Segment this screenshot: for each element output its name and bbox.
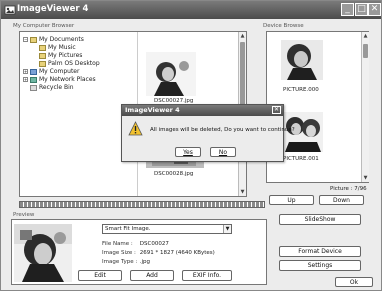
tree-item-label: Palm OS Desktop: [48, 60, 100, 67]
window-title: ImageViewer 4: [17, 4, 89, 14]
title-bar[interactable]: ImageViewer 4 _ □ ✕: [1, 1, 381, 19]
tree-item-label: Recycle Bin: [39, 84, 74, 91]
dialog-message: All images will be deleted, Do you want …: [150, 127, 295, 133]
file-name-label: File Name :: [102, 241, 133, 247]
main-window: ImageViewer 4 _ □ ✕ My Computer Browser …: [0, 0, 382, 291]
tree-item-label: My Documents: [39, 36, 84, 43]
app-icon: [4, 5, 16, 15]
transfer-progress-bar: [19, 201, 265, 208]
format-device-button[interactable]: Format Device: [279, 246, 361, 257]
file-name-value: DSC00027: [139, 241, 169, 247]
delete-confirm-dialog: ImageViewer 4 ✕ All images will be delet…: [121, 104, 295, 162]
thumbnail-filename: DSC00028.jpg: [154, 171, 194, 177]
close-button[interactable]: ✕: [368, 3, 381, 16]
edit-button[interactable]: Edit: [78, 270, 122, 281]
tree-item-label: My Music: [48, 44, 76, 51]
thumbnail-image: [281, 40, 323, 80]
file-name-row: File Name : DSC00027: [102, 241, 169, 247]
tree-item-label: My Network Places: [39, 76, 96, 83]
image-type-label: Image Type :: [102, 259, 138, 265]
dialog-title-bar[interactable]: ImageViewer 4 ✕: [122, 105, 283, 116]
device-browse-scrollbar[interactable]: ▲ ▼: [361, 32, 369, 182]
fit-mode-value: Smart Fit Image.: [105, 226, 151, 232]
tree-item-label: My Pictures: [48, 52, 83, 59]
folder-icon: [30, 36, 37, 43]
image-size-value: 2691 * 1827 (4640 KBytes): [139, 250, 215, 256]
add-button[interactable]: Add: [130, 270, 174, 281]
device-thumbnail-picture-000[interactable]: [281, 40, 323, 80]
image-size-label: Image Size :: [102, 250, 136, 256]
expand-icon[interactable]: +: [23, 69, 28, 74]
image-size-row: Image Size : 2691 * 1827 (4640 KBytes): [102, 250, 215, 256]
chevron-down-icon[interactable]: ▼: [223, 225, 231, 233]
ok-button[interactable]: Ok: [335, 277, 373, 287]
scroll-up-icon[interactable]: ▲: [362, 32, 369, 40]
device-item-filename: PICTURE.000: [283, 87, 319, 93]
preview-panel: Smart Fit Image. ▼ File Name : DSC00027 …: [11, 219, 267, 285]
thumbnail-image: [146, 52, 196, 96]
restore-button[interactable]: □: [355, 3, 368, 16]
preview-label: Preview: [13, 212, 35, 218]
preview-image: [14, 224, 72, 282]
minimize-button[interactable]: _: [341, 3, 354, 16]
device-item-filename: PICTURE.001: [283, 156, 319, 162]
scroll-thumb[interactable]: [363, 44, 368, 58]
tree-item-recycle-bin[interactable]: Recycle Bin: [30, 84, 74, 91]
image-type-value: .jpg: [139, 259, 151, 265]
yes-button[interactable]: Yes: [175, 147, 201, 157]
computer-icon: [30, 68, 37, 75]
up-button[interactable]: Up: [269, 195, 314, 205]
no-button[interactable]: No: [210, 147, 236, 157]
folder-icon: [39, 44, 46, 51]
network-icon: [30, 76, 37, 83]
thumbnail-dsc00027[interactable]: [146, 52, 196, 96]
down-button[interactable]: Down: [319, 195, 364, 205]
recycle-bin-icon: [30, 84, 37, 91]
tree-item-palm-os-desktop[interactable]: Palm OS Desktop: [39, 60, 100, 67]
device-browse-label: Device Browse: [263, 23, 304, 29]
folder-icon: [39, 52, 46, 59]
expand-icon[interactable]: +: [23, 77, 28, 82]
tree-item-my-computer[interactable]: + My Computer: [23, 68, 79, 75]
computer-browser-label: My Computer Browser: [13, 23, 75, 29]
exif-info-button[interactable]: EXIF Info.: [182, 270, 232, 281]
tree-item-my-documents[interactable]: − My Documents: [23, 36, 84, 43]
warning-icon: [128, 121, 143, 136]
collapse-icon[interactable]: −: [23, 37, 28, 42]
slideshow-button[interactable]: SlideShow: [279, 214, 361, 225]
dialog-close-button[interactable]: ✕: [272, 106, 281, 114]
scroll-down-icon[interactable]: ▼: [362, 174, 369, 182]
tree-item-label: My Computer: [39, 68, 80, 75]
settings-button[interactable]: Settings: [279, 260, 361, 271]
dialog-title: ImageViewer 4: [125, 106, 180, 114]
tree-item-my-network-places[interactable]: + My Network Places: [23, 76, 96, 83]
fit-mode-select[interactable]: Smart Fit Image. ▼: [102, 224, 232, 234]
image-type-row: Image Type : .jpg: [102, 259, 150, 265]
preview-photo: [14, 224, 72, 282]
tree-item-my-pictures[interactable]: My Pictures: [39, 52, 82, 59]
tree-item-my-music[interactable]: My Music: [39, 44, 76, 51]
scroll-down-icon[interactable]: ▼: [239, 188, 246, 196]
picture-count: Picture : 7/96: [330, 186, 367, 192]
scroll-up-icon[interactable]: ▲: [239, 32, 246, 40]
folder-icon: [39, 60, 46, 67]
